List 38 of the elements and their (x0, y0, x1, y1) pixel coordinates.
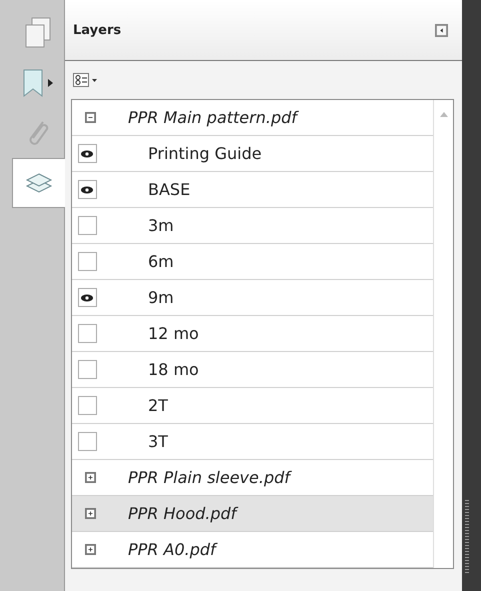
collapse-panel-icon[interactable] (435, 24, 448, 36)
file-name: PPR Plain sleeve.pdf (127, 468, 290, 487)
scroll-up-icon[interactable] (440, 112, 448, 117)
visibility-toggle[interactable] (78, 360, 96, 379)
visibility-toggle[interactable] (78, 432, 96, 451)
panel-title: Layers (73, 22, 122, 38)
eye-toggle[interactable] (78, 180, 96, 199)
visibility-toggle[interactable] (78, 396, 96, 415)
file-row[interactable]: PPR Main pattern.pdf (72, 100, 433, 136)
expand-icon[interactable] (84, 508, 96, 519)
scroll-grip[interactable] (465, 500, 469, 575)
file-name: PPR Main pattern.pdf (127, 108, 297, 127)
eye-toggle[interactable] (78, 288, 96, 307)
layer-name: 9m (147, 288, 174, 307)
eye-icon (80, 148, 94, 158)
layer-name: 18 mo (147, 360, 199, 379)
visibility-toggle[interactable] (78, 252, 96, 271)
collapse-icon[interactable] (84, 112, 96, 123)
expand-icon[interactable] (84, 544, 96, 555)
layer-name: 12 mo (147, 324, 199, 343)
file-row[interactable]: PPR Hood.pdf (72, 496, 433, 532)
layer-name: 2T (147, 396, 168, 415)
file-row[interactable]: PPR A0.pdf (72, 532, 433, 568)
eye-toggle[interactable] (78, 144, 96, 163)
eye-icon (80, 292, 94, 302)
expand-icon[interactable] (84, 472, 96, 483)
eye-icon (80, 184, 94, 194)
visibility-toggle[interactable] (78, 216, 96, 235)
file-name: PPR Hood.pdf (127, 504, 236, 523)
layer-name: 3T (147, 432, 168, 451)
pages-icon[interactable] (23, 16, 53, 50)
layer-name: Printing Guide (147, 144, 262, 163)
layer-name: 3m (147, 216, 174, 235)
file-name: PPR A0.pdf (127, 540, 216, 559)
layer-name: BASE (147, 180, 190, 199)
layer-name: 6m (147, 252, 174, 271)
visibility-toggle[interactable] (78, 324, 96, 343)
options-menu-icon[interactable] (73, 73, 99, 87)
